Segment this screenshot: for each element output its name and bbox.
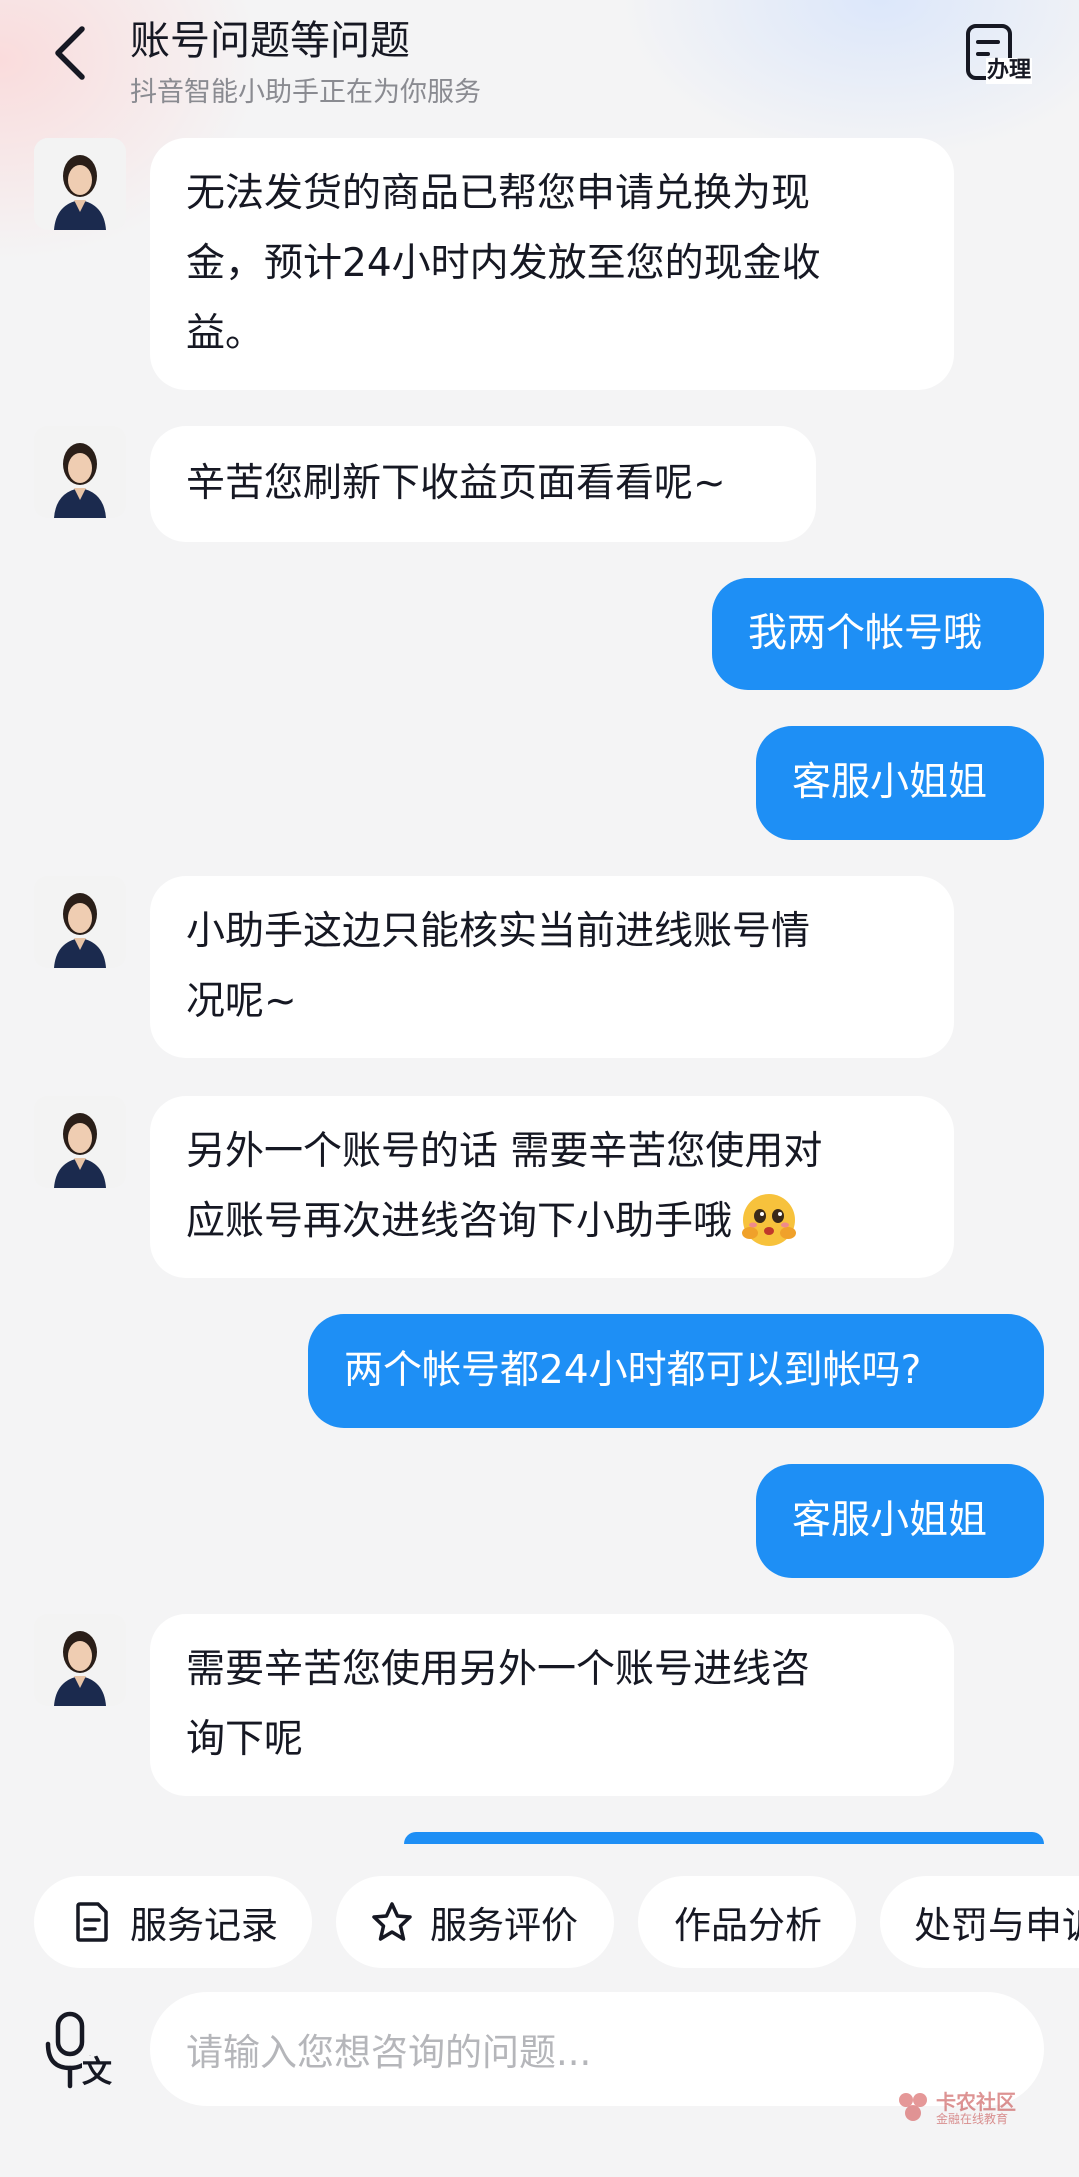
chevron-left-icon (55, 26, 85, 80)
user-message: 我两个帐号哦 (712, 578, 1044, 690)
document-line (976, 52, 990, 56)
voice-input-button[interactable]: 文 (44, 2010, 124, 2100)
chip-label: 服务记录 (130, 1904, 278, 1947)
user-message: 客服小姐姐 (756, 1464, 1044, 1578)
user-message-partial (404, 1832, 1044, 1844)
user-message: 两个帐号都24小时都可以到帐吗? (308, 1314, 1044, 1428)
message-text: 无法发货的商品已帮您申请兑换为现 (186, 171, 811, 216)
assistant-message: 另外一个账号的话 需要辛苦您使用对 应账号再次进线咨询下小助手哦 (150, 1096, 954, 1278)
assistant-avatar[interactable] (34, 138, 126, 230)
message-text: 两个帐号都24小时都可以到帐吗? (344, 1348, 922, 1393)
quick-action-bar: 服务记录 服务评价 作品分析 处罚与申诉 (0, 1876, 1079, 1968)
message-text: 益。 (186, 311, 265, 356)
chip-label: 服务评价 (430, 1904, 578, 1947)
watermark: 卡农社区 金融在线教育 (896, 2086, 1056, 2130)
assistant-avatar[interactable] (34, 876, 126, 968)
input-placeholder: 请输入您想咨询的问题... (186, 2031, 592, 2074)
message-text: 金，预计24小时内发放至您的现金收 (186, 241, 821, 286)
assistant-message: 辛苦您刷新下收益页面看看呢~ (150, 426, 816, 542)
message-text: 客服小姐姐 (792, 760, 988, 805)
watermark-logo-icon (899, 2093, 927, 2121)
manage-button[interactable]: 办理 (960, 20, 1040, 90)
assistant-avatar[interactable] (34, 1096, 126, 1188)
avatar-image (34, 1096, 126, 1188)
assistant-avatar[interactable] (34, 1614, 126, 1706)
message-text: 客服小姐姐 (792, 1498, 988, 1543)
assistant-message: 小助手这边只能核实当前进线账号情 况呢~ (150, 876, 954, 1058)
assistant-message: 无法发货的商品已帮您申请兑换为现 金，预计24小时内发放至您的现金收 益。 (150, 138, 954, 390)
chat-subtitle: 抖音智能小助手正在为你服务 (130, 77, 481, 108)
message-text: 况呢~ (186, 979, 297, 1024)
message-text: 询下呢 (186, 1717, 304, 1762)
message-text: 我两个帐号哦 (748, 611, 983, 656)
message-text: 应账号再次进线咨询下小助手哦 (186, 1199, 733, 1244)
message-text: 需要辛苦您使用另外一个账号进线咨 (186, 1647, 811, 1692)
chat-title: 账号问题等问题 (130, 18, 410, 64)
message-text: 另外一个账号的话 需要辛苦您使用对 (186, 1129, 823, 1174)
document-icon (76, 1902, 108, 1942)
chip-label: 处罚与申诉 (914, 1904, 1079, 1947)
chip-label: 作品分析 (674, 1904, 822, 1947)
service-records-chip[interactable]: 服务记录 (34, 1876, 312, 1968)
star-icon (372, 1902, 412, 1941)
avatar-image (34, 426, 126, 518)
message-line-with-emoji: 应账号再次进线咨询下小助手哦 (186, 1187, 918, 1257)
translate-label: 文 (82, 2055, 112, 2090)
manage-label: 办理 (986, 58, 1033, 84)
chat-header: 账号问题等问题 抖音智能小助手正在为你服务 办理 (0, 0, 1079, 120)
avatar-image (34, 876, 126, 968)
service-rating-chip[interactable]: 服务评价 (336, 1876, 614, 1968)
hugging-face-icon (742, 1193, 797, 1246)
message-text: 小助手这边只能核实当前进线账号情 (186, 909, 811, 954)
assistant-avatar[interactable] (34, 426, 126, 518)
content-analysis-chip[interactable]: 作品分析 (638, 1876, 856, 1968)
watermark-subtitle: 金融在线教育 (936, 2112, 1009, 2126)
penalty-appeal-chip[interactable]: 处罚与申诉 (880, 1876, 1079, 1968)
avatar-image (34, 138, 126, 230)
back-button[interactable] (40, 18, 100, 88)
message-text: 辛苦您刷新下收益页面看看呢~ (186, 461, 726, 506)
assistant-message: 需要辛苦您使用另外一个账号进线咨 询下呢 (150, 1614, 954, 1796)
user-message: 客服小姐姐 (756, 726, 1044, 840)
avatar-image (34, 1614, 126, 1706)
document-line (976, 40, 1000, 44)
